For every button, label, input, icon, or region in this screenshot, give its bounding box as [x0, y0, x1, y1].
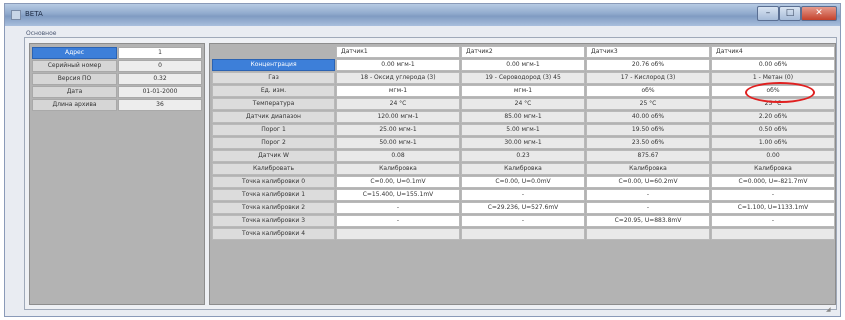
grid-cell[interactable]: 0.08 — [336, 150, 460, 162]
grid-cell[interactable]: 24 °C — [461, 98, 585, 110]
grid-cell[interactable]: C=0.00, U=0.0mV — [461, 176, 585, 188]
device-value[interactable]: 1 — [118, 47, 202, 59]
grid-cell[interactable]: 18 - Оксид углерода (3) — [336, 72, 460, 84]
device-key: Адрес — [32, 47, 117, 59]
grid-cell[interactable]: 1.00 об% — [711, 137, 835, 149]
grid-cell[interactable] — [461, 228, 585, 240]
row-header[interactable]: Точка калибровки 2 — [212, 202, 335, 214]
row-header[interactable]: Датчик диапазон — [212, 111, 335, 123]
grid-cell[interactable] — [336, 228, 460, 240]
device-key: Дата — [32, 86, 117, 98]
grid-cell[interactable]: 5.00 мгм-1 — [461, 124, 585, 136]
grid-cell[interactable]: C=20.95, U=883.8mV — [586, 215, 710, 227]
row-header[interactable]: Точка калибровки 0 — [212, 176, 335, 188]
grid-cell[interactable]: 17 - Кислород (3) — [586, 72, 710, 84]
window-title: BETA — [25, 10, 43, 18]
grid-corner — [212, 46, 335, 58]
device-row-archive-length[interactable]: Длина архива 36 — [32, 99, 202, 111]
grid-cell[interactable]: C=29.236, U=527.6mV — [461, 202, 585, 214]
minimize-button[interactable]: – — [757, 6, 779, 21]
device-row-version[interactable]: Версия ПО 0.32 — [32, 73, 202, 85]
grid-cell[interactable]: - — [461, 189, 585, 201]
grid-cell[interactable]: - — [711, 189, 835, 201]
grid-cell[interactable]: мгм-1 — [336, 85, 460, 97]
grid-cell[interactable]: 0.50 об% — [711, 124, 835, 136]
grid-cell[interactable]: 85.00 мгм-1 — [461, 111, 585, 123]
row-header[interactable]: Порог 2 — [212, 137, 335, 149]
device-value[interactable]: 01-01-2000 — [118, 86, 202, 98]
grid-cell[interactable] — [711, 228, 835, 240]
device-key: Серийный номер — [32, 60, 117, 72]
app-icon — [11, 10, 21, 20]
grid-cell[interactable]: 0.00 мгм-1 — [336, 59, 460, 71]
row-header[interactable]: Точка калибровки 1 — [212, 189, 335, 201]
resize-grip[interactable]: ◢ — [826, 306, 834, 314]
column-header-sensor3[interactable]: Датчик3 — [586, 46, 710, 58]
grid-cell[interactable]: 0.23 — [461, 150, 585, 162]
row-header[interactable]: Концентрация — [212, 59, 335, 71]
row-header[interactable]: Точка калибровки 3 — [212, 215, 335, 227]
grid-cell[interactable]: 30.00 мгм-1 — [461, 137, 585, 149]
grid-cell[interactable]: C=15.400, U=155.1mV — [336, 189, 460, 201]
grid-cell[interactable]: - — [711, 215, 835, 227]
grid-cell[interactable]: Калибровка — [711, 163, 835, 175]
device-row-serial[interactable]: Серийный номер 0 — [32, 60, 202, 72]
row-header[interactable]: Температура — [212, 98, 335, 110]
grid-cell[interactable]: 50.00 мгм-1 — [336, 137, 460, 149]
device-value[interactable]: 36 — [118, 99, 202, 111]
grid-cell[interactable]: 40.00 об% — [586, 111, 710, 123]
grid-cell[interactable]: - — [336, 215, 460, 227]
grid-cell[interactable]: 2.20 об% — [711, 111, 835, 123]
row-header[interactable]: Порог 1 — [212, 124, 335, 136]
grid-cell[interactable]: 0.00 — [711, 150, 835, 162]
grid-cell[interactable]: C=0.000, U=-821.7mV — [711, 176, 835, 188]
device-key: Длина архива — [32, 99, 117, 111]
grid-cell[interactable]: 23.50 об% — [586, 137, 710, 149]
grid-cell[interactable]: 19 - Сероводород (3) 45 — [461, 72, 585, 84]
device-row-date[interactable]: Дата 01-01-2000 — [32, 86, 202, 98]
device-value[interactable]: 0.32 — [118, 73, 202, 85]
grid-cell[interactable]: 25.00 мгм-1 — [336, 124, 460, 136]
row-header[interactable]: Точка калибровки 4 — [212, 228, 335, 240]
column-header-sensor4[interactable]: Датчик4 — [711, 46, 835, 58]
column-header-sensor1[interactable]: Датчик1 — [336, 46, 460, 58]
group-label: Основное — [26, 30, 57, 37]
title-bar[interactable]: BETA – □ ✕ — [5, 4, 840, 26]
grid-cell[interactable]: 0.00 мгм-1 — [461, 59, 585, 71]
grid-cell[interactable]: - — [461, 215, 585, 227]
device-row-address[interactable]: Адрес 1 — [32, 47, 202, 59]
device-info-panel: Адрес 1 Серийный номер 0 Версия ПО 0.32 … — [29, 43, 205, 305]
maximize-button[interactable]: □ — [779, 6, 801, 21]
grid-cell[interactable]: 0.00 об% — [711, 59, 835, 71]
grid-cell[interactable]: C=0.00, U=0.1mV — [336, 176, 460, 188]
grid-cell[interactable]: - — [336, 202, 460, 214]
close-button[interactable]: ✕ — [801, 6, 837, 21]
row-header[interactable]: Калибровать — [212, 163, 335, 175]
grid-cell[interactable] — [586, 228, 710, 240]
grid-cell[interactable]: C=1.100, U=1133.1mV — [711, 202, 835, 214]
row-header[interactable]: Ед. изм. — [212, 85, 335, 97]
grid-cell[interactable]: 24 °C — [336, 98, 460, 110]
grid-cell[interactable]: Калибровка — [461, 163, 585, 175]
grid-cell[interactable]: об% — [586, 85, 710, 97]
grid-cell[interactable]: Калибровка — [586, 163, 710, 175]
grid-cell[interactable]: 19.50 об% — [586, 124, 710, 136]
grid-cell[interactable]: - — [586, 189, 710, 201]
grid-cell[interactable]: мгм-1 — [461, 85, 585, 97]
device-value[interactable]: 0 — [118, 60, 202, 72]
grid-cell[interactable]: 875.67 — [586, 150, 710, 162]
grid-cell[interactable]: C=0.00, U=60.2mV — [586, 176, 710, 188]
grid-cell[interactable]: 120.00 мгм-1 — [336, 111, 460, 123]
device-key: Версия ПО — [32, 73, 117, 85]
grid-cell[interactable]: Калибровка — [336, 163, 460, 175]
row-header[interactable]: Газ — [212, 72, 335, 84]
column-header-sensor2[interactable]: Датчик2 — [461, 46, 585, 58]
row-header[interactable]: Датчик W — [212, 150, 335, 162]
highlight-ellipse — [745, 82, 815, 103]
grid-cell[interactable]: 25 °C — [586, 98, 710, 110]
grid-cell[interactable]: 20.76 об% — [586, 59, 710, 71]
grid-cell[interactable]: - — [586, 202, 710, 214]
